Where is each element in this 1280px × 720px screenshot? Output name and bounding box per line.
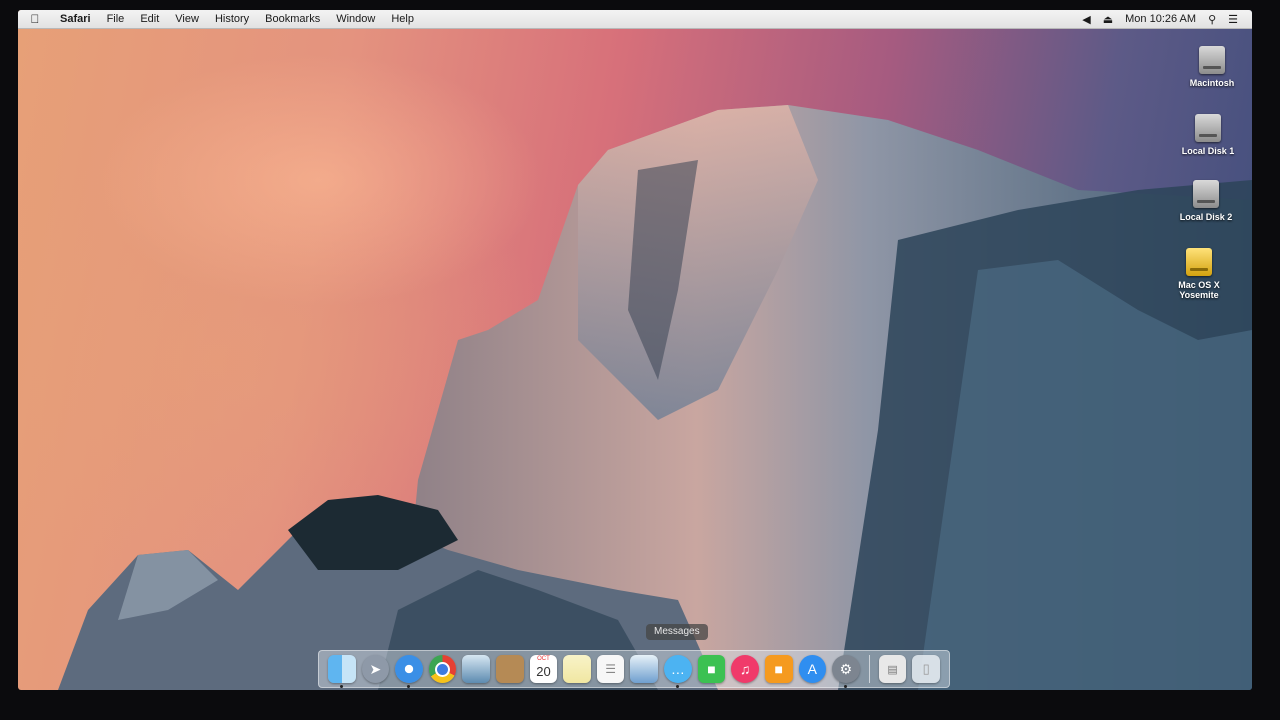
gear-icon[interactable]: ⚙ (832, 655, 860, 688)
desktop-icon-label: Local Disk 2 (1179, 212, 1233, 222)
menu-app-safari[interactable]: Safari (52, 13, 99, 25)
notification-center-icon[interactable]: ☰ (1222, 13, 1244, 26)
menu-edit[interactable]: Edit (132, 13, 167, 25)
hard-drive-icon (1195, 114, 1221, 142)
calendar-icon[interactable]: OCT 20 (529, 655, 558, 683)
desktop-icon-macintosh[interactable]: Macintosh (1172, 46, 1252, 88)
volume-icon[interactable]: ◀ (1076, 13, 1096, 26)
desktop-icon-local-disk-2[interactable]: Local Disk 2 (1166, 180, 1246, 222)
dock-separator (868, 655, 870, 683)
menu-help[interactable]: Help (383, 13, 422, 25)
speech-bubble-icon[interactable]: … (664, 655, 692, 688)
menu-history[interactable]: History (207, 13, 257, 25)
desktop-icon-local-disk-1[interactable]: Local Disk 1 (1168, 114, 1248, 156)
desktop-icon-label: Mac OS X Yosemite (1178, 280, 1220, 300)
music-note-icon[interactable]: ♫ (731, 655, 759, 683)
calendar-day: 20 (536, 664, 551, 679)
installer-disk-icon (1186, 248, 1212, 276)
document-icon[interactable]: ▤ (878, 655, 907, 683)
clock[interactable]: Mon 10:26 AM (1119, 13, 1202, 25)
menu-window[interactable]: Window (328, 13, 383, 25)
rocket-icon[interactable]: ➤ (361, 655, 390, 683)
desktop-icon-mac-os-x-yosemite[interactable]: Mac OS X Yosemite (1162, 248, 1236, 300)
desktop-screen:  Safari File Edit View History Bookmark… (18, 10, 1252, 690)
hard-drive-icon (1199, 46, 1225, 74)
desktop-icon-label: Local Disk 1 (1181, 146, 1235, 156)
dock-tooltip: Messages (646, 624, 708, 640)
finder-icon[interactable] (328, 655, 356, 688)
desktop-icon-label: Macintosh (1189, 78, 1235, 88)
photo-icon[interactable] (462, 655, 491, 683)
app-store-icon[interactable]: A (798, 655, 827, 683)
status-area: ◀ ⏏ Mon 10:26 AM ⚲ ☰ (1076, 13, 1252, 26)
menu-bar:  Safari File Edit View History Bookmark… (18, 10, 1252, 29)
trash-icon[interactable]: ▯ (912, 655, 940, 683)
contacts-book-icon[interactable] (496, 655, 524, 683)
spotlight-search-icon[interactable]: ⚲ (1202, 13, 1222, 26)
book-icon[interactable]: ■ (764, 655, 793, 683)
notes-icon[interactable] (563, 655, 591, 683)
menu-view[interactable]: View (167, 13, 207, 25)
hard-drive-icon (1193, 180, 1219, 208)
video-camera-icon[interactable]: ■ (697, 655, 726, 683)
list-icon[interactable]: ☰ (596, 655, 625, 683)
wallpaper-el-capitan (58, 105, 1252, 690)
apple-menu-icon[interactable]:  (18, 12, 52, 26)
presentation-icon[interactable] (630, 655, 659, 683)
eject-icon[interactable]: ⏏ (1097, 13, 1119, 26)
calendar-month: OCT (537, 656, 550, 662)
menu-file[interactable]: File (99, 13, 133, 25)
chrome-icon[interactable] (428, 655, 457, 683)
compass-icon[interactable] (395, 655, 423, 688)
menu-bookmarks[interactable]: Bookmarks (257, 13, 328, 25)
dock: ➤ OCT 20 ☰ … ■ ♫ ■ A ⚙ ▤ ▯ (318, 650, 950, 688)
